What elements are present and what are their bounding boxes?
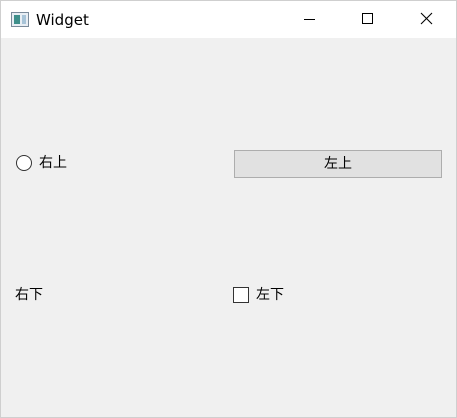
top-left-button[interactable]: 左上 bbox=[234, 150, 442, 178]
checkbox-bottom-left[interactable] bbox=[233, 287, 249, 303]
bottom-right-label: 右下 bbox=[15, 287, 43, 303]
main-window: Widget 右上 左上 右下 左下 bbox=[0, 0, 457, 418]
app-window-icon bbox=[11, 12, 29, 27]
title-bar[interactable]: Widget bbox=[1, 1, 456, 38]
close-button[interactable] bbox=[403, 1, 449, 38]
maximize-icon bbox=[362, 13, 373, 24]
checkbox-label[interactable]: 左下 bbox=[256, 286, 284, 304]
window-title: Widget bbox=[36, 11, 89, 29]
close-icon bbox=[420, 12, 433, 25]
minimize-button[interactable] bbox=[286, 1, 332, 38]
maximize-button[interactable] bbox=[344, 1, 390, 38]
radio-label[interactable]: 右上 bbox=[39, 154, 67, 172]
radio-button-top-right[interactable] bbox=[16, 155, 32, 171]
client-area: 右上 左上 右下 左下 bbox=[1, 38, 456, 417]
minimize-icon bbox=[304, 19, 315, 20]
